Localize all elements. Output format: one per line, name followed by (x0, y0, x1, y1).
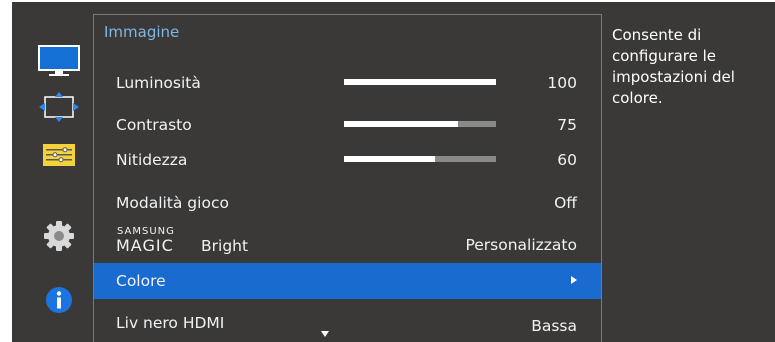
scroll-down-icon[interactable] (321, 331, 329, 337)
slider-fill (344, 121, 458, 127)
menu-item-label: Modalità gioco (116, 194, 229, 212)
menu-item-luminosita[interactable]: Luminosità 100 (94, 65, 601, 101)
menu-item-value: Bassa (531, 317, 577, 335)
menu-title: Immagine (104, 23, 180, 41)
menu-item-value: Off (554, 194, 577, 212)
monitor-icon[interactable] (38, 45, 80, 76)
screen-size-icon[interactable] (38, 92, 80, 122)
menu-item-label: Luminosità (116, 74, 201, 92)
menu-item-colore[interactable]: Colore (94, 263, 601, 299)
magic-label: MAGIC (116, 236, 174, 255)
contrasto-slider[interactable] (344, 121, 496, 127)
menu-item-value: 100 (547, 74, 577, 92)
menu-item-label: Contrasto (116, 116, 192, 134)
nitidezza-slider[interactable] (344, 156, 496, 162)
menu-item-value: 60 (557, 151, 577, 169)
menu-item-value: Personalizzato (465, 236, 577, 254)
luminosita-slider[interactable] (344, 79, 496, 85)
picture-menu: Immagine Luminosità 100 Contrasto 75 Nit… (93, 14, 602, 342)
slider-fill (344, 156, 436, 162)
menu-item-modalita-gioco[interactable]: Modalità gioco Off (94, 185, 601, 221)
info-icon[interactable] (38, 285, 80, 315)
menu-item-magic-bright[interactable]: SAMSUNG MAGIC Bright Personalizzato (94, 222, 601, 258)
menu-item-nitidezza[interactable]: Nitidezza 60 (94, 142, 601, 178)
help-text: Consente di configurare le impostazioni … (612, 26, 735, 107)
menu-item-label: Liv nero HDMI (116, 314, 225, 332)
menu-item-label: Nitidezza (116, 151, 188, 169)
menu-item-liv-nero-hdmi[interactable]: Liv nero HDMI Bassa (94, 305, 601, 341)
menu-item-contrasto[interactable]: Contrasto 75 (94, 107, 601, 143)
bright-label: Bright (201, 237, 249, 255)
menu-item-value: 75 (557, 116, 577, 134)
menu-item-label: Colore (116, 272, 166, 290)
gear-icon[interactable] (38, 221, 80, 251)
settings-sliders-icon[interactable] (38, 140, 80, 170)
slider-fill (344, 79, 496, 85)
chevron-right-icon (571, 276, 577, 284)
